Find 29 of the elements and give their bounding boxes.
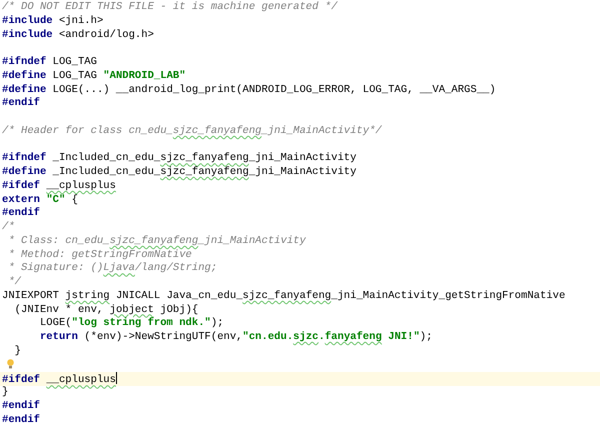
- code-line: #endif: [2, 97, 40, 110]
- code-line: #ifndef _Included_cn_edu_sjzc_fanyafeng_jni_MainActivity: [2, 152, 356, 164]
- code-line: * Class: cn_edu_sjzc_fanyafeng_jni_MainActivity: [7, 234, 306, 247]
- code-line: /* Header for class cn_edu_sjzc_fanyafeng_jni_MainActivity*/: [2, 124, 382, 137]
- code-line: }: [2, 386, 8, 398]
- code-line: #ifdef __cplusplus: [2, 180, 116, 192]
- code-line: (JNIEnv * env, jobject jObj){: [14, 304, 198, 316]
- code-line: #endif: [2, 207, 40, 220]
- code-line: #endif: [2, 414, 40, 426]
- code-line: #define LOG_TAG "ANDROID_LAB": [2, 70, 186, 82]
- code-line: #ifndef LOG_TAG: [2, 56, 97, 68]
- code-line: * Method: getStringFromNative: [7, 248, 192, 260]
- code-line: #define LOGE(...) __android_log_print(ANDROID_LOG_ERROR, LOG_TAG, __VA_ARGS__): [2, 84, 496, 96]
- code-line: LOGE("log string from ndk.");: [38, 317, 224, 330]
- lightbulb-icon[interactable]: [7, 358, 14, 368]
- code-line: #define _Included_cn_edu_sjzc_fanyafeng_jni_MainActivity: [2, 166, 356, 178]
- code-line: */: [7, 276, 21, 288]
- code-line: #include <jni.h>: [2, 14, 104, 27]
- code-line: /*: [2, 221, 15, 233]
- code-line: return (*env)->NewStringUTF(env,"cn.edu.sjzc.fanyafeng JNI!");: [38, 331, 432, 343]
- code-line: #ifdef __cplusplus: [2, 374, 116, 386]
- code-line: #include <android/log.h>: [2, 28, 154, 40]
- code-line: /* DO NOT EDIT THIS FILE - it is machine generated */: [2, 1, 338, 13]
- code-line: extern "C" {: [2, 194, 78, 206]
- code-line: JNIEXPORT jstring JNICALL Java_cn_edu_sjzc_fanyafeng_jni_MainActivity_getStringFromNative: [2, 290, 566, 302]
- code-line: * Signature: ()Ljava/lang/String;: [7, 262, 218, 274]
- code-line: }: [14, 344, 21, 357]
- text-cursor: [116, 372, 117, 384]
- code-line: #endif: [2, 400, 40, 412]
